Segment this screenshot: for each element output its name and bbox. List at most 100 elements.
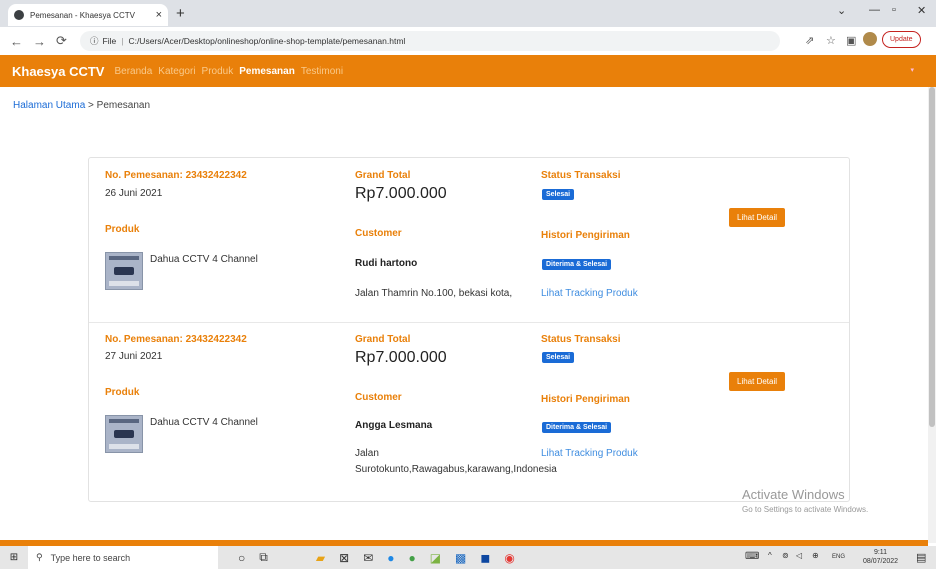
order-number: No. Pemesanan: 23432422342 — [105, 170, 247, 181]
orders-card: No. Pemesanan: 23432422342 26 Juni 2021 … — [88, 157, 850, 502]
store-icon[interactable]: ⊠ — [339, 551, 349, 565]
tab-title: Pemesanan - Khaesya CCTV — [30, 10, 135, 20]
url-field[interactable]: ⓘ File | C:/Users/Acer/Desktop/onlinesho… — [80, 31, 780, 51]
mail-icon[interactable]: ✉ — [363, 551, 373, 565]
keyboard-icon[interactable]: ⌨ — [745, 551, 759, 562]
nav-item-testimoni[interactable]: Testimoni — [301, 66, 343, 77]
notification-icon[interactable]: ▤ — [916, 551, 926, 564]
taskbar-search-placeholder: Type here to search — [50, 552, 131, 563]
product-label: Produk — [105, 387, 140, 398]
grand-total-value: Rp7.000.000 — [355, 349, 447, 366]
history-label: Histori Pengiriman — [541, 230, 630, 241]
grand-total-label: Grand Total — [355, 170, 411, 181]
tracking-link[interactable]: Lihat Tracking Produk — [541, 448, 638, 459]
product-label: Produk — [105, 224, 140, 235]
url-text: C:/Users/Acer/Desktop/onlineshop/online-… — [128, 36, 406, 46]
order-date: 27 Juni 2021 — [105, 351, 163, 362]
reload-icon[interactable]: ⟳ — [56, 33, 67, 49]
url-prefix: File — [102, 36, 117, 46]
new-tab-icon[interactable]: + — [176, 5, 185, 22]
history-badge: Diterima & Selesai — [542, 259, 612, 270]
status-badge: Selesai — [542, 352, 575, 363]
product-name: Dahua CCTV 4 Channel — [150, 254, 258, 265]
scrollbar-thumb[interactable] — [929, 87, 935, 427]
view-detail-button[interactable]: Lihat Detail — [729, 208, 786, 227]
nav-item-beranda[interactable]: Beranda — [114, 66, 152, 77]
chrome-active-icon[interactable]: ◉ — [504, 551, 514, 565]
share-icon[interactable]: ⇗ — [805, 34, 814, 47]
order-item: No. Pemesanan: 23432422342 27 Juni 2021 … — [89, 323, 849, 488]
clock-time: 9:11 — [873, 549, 888, 556]
edge-icon[interactable]: ● — [387, 551, 394, 565]
history-badge: Diterima & Selesai — [542, 422, 612, 433]
url-separator: | — [121, 36, 124, 46]
sidebar-icon[interactable]: ▣ — [846, 34, 856, 47]
nav-item-kategori[interactable]: Kategori — [158, 66, 195, 77]
view-detail-button[interactable]: Lihat Detail — [729, 372, 786, 391]
maximize-icon[interactable]: ▫ — [892, 4, 896, 16]
browser-chrome: Pemesanan - Khaesya CCTV × + ⌄ — ▫ ✕ ← →… — [0, 0, 936, 55]
tab-search-icon[interactable]: ⌄ — [837, 4, 846, 17]
grand-total-value: Rp7.000.000 — [355, 185, 447, 202]
status-label: Status Transaksi — [541, 170, 621, 181]
clock-date: 08/07/2022 — [863, 558, 899, 565]
photos-icon[interactable]: ◪ — [430, 551, 441, 565]
volume-icon[interactable]: ◁ — [796, 551, 802, 560]
order-item: No. Pemesanan: 23432422342 26 Juni 2021 … — [89, 158, 849, 323]
watermark-title: Activate Windows — [742, 487, 845, 502]
close-tab-icon[interactable]: × — [156, 9, 162, 21]
status-badge: Selesai — [542, 189, 575, 200]
browser-tab[interactable]: Pemesanan - Khaesya CCTV × — [8, 4, 168, 26]
brand-logo[interactable]: Khaesya CCTV — [12, 64, 104, 79]
windows-start-icon[interactable]: ⊞ — [0, 552, 28, 563]
cortana-icon[interactable]: ○ — [238, 551, 245, 565]
order-date: 26 Juni 2021 — [105, 188, 163, 199]
customer-address: Jalan Thamrin No.100, bekasi kota, — [355, 288, 513, 299]
task-view-icon[interactable]: ⧉ — [259, 550, 268, 565]
customer-label: Customer — [355, 228, 402, 239]
product-thumbnail[interactable] — [105, 415, 143, 453]
customer-name: Angga Lesmana — [355, 420, 433, 431]
grand-total-label: Grand Total — [355, 334, 411, 345]
word-icon[interactable]: ◼ — [480, 551, 490, 565]
close-window-icon[interactable]: ✕ — [917, 4, 926, 17]
taskbar-clock[interactable]: 9:11 08/07/2022 — [863, 548, 898, 566]
watermark-subtitle: Go to Settings to activate Windows. — [742, 505, 869, 514]
status-label: Status Transaksi — [541, 334, 621, 345]
customer-label: Customer — [355, 392, 402, 403]
page-scrollbar[interactable] — [928, 87, 936, 543]
order-number: No. Pemesanan: 23432422342 — [105, 334, 247, 345]
address-bar-row: ← → ⟳ ⓘ File | C:/Users/Acer/Desktop/onl… — [0, 27, 936, 55]
language-icon[interactable]: ⊕ — [812, 551, 819, 560]
dropdown-caret-icon[interactable]: ▾ — [910, 66, 914, 74]
update-button[interactable]: Update — [882, 31, 921, 48]
globe-icon — [14, 10, 24, 20]
language-label[interactable]: ENG — [832, 554, 845, 560]
site-navbar: Khaesya CCTV Beranda Kategori Produk Pem… — [0, 55, 936, 87]
profile-avatar[interactable] — [863, 32, 877, 46]
tray-chevron-icon[interactable]: ^ — [768, 551, 772, 560]
forward-icon[interactable]: → — [33, 34, 46, 49]
bookmark-star-icon[interactable]: ☆ — [826, 34, 836, 47]
customer-address-line1: Jalan — [355, 448, 379, 459]
nav-item-pemesanan[interactable]: Pemesanan — [239, 66, 295, 77]
customer-address-line2: Surotokunto,Rawagabus,karawang,Indonesia — [355, 464, 557, 475]
activate-windows-watermark: Activate Windows Go to Settings to activ… — [742, 487, 868, 514]
product-name: Dahua CCTV 4 Channel — [150, 417, 258, 428]
file-explorer-icon[interactable]: ▰ — [316, 551, 325, 565]
search-icon: ⚲ — [36, 552, 43, 562]
product-thumbnail[interactable] — [105, 252, 143, 290]
breadcrumb-home-link[interactable]: Halaman Utama — [13, 100, 85, 111]
taskbar-search[interactable]: ⚲ Type here to search — [28, 546, 218, 569]
minimize-icon[interactable]: — — [869, 4, 880, 16]
chrome-icon[interactable]: ● — [408, 551, 415, 565]
history-label: Histori Pengiriman — [541, 394, 630, 405]
info-icon: ⓘ — [90, 36, 99, 46]
back-icon[interactable]: ← — [10, 34, 23, 49]
breadcrumb-separator: > — [88, 100, 94, 111]
nav-item-produk[interactable]: Produk — [202, 66, 234, 77]
tracking-link[interactable]: Lihat Tracking Produk — [541, 288, 638, 299]
app-icon[interactable]: ▩ — [455, 551, 466, 565]
breadcrumb: Halaman Utama > Pemesanan — [13, 100, 150, 111]
network-icon[interactable]: ⊚ — [782, 551, 789, 560]
